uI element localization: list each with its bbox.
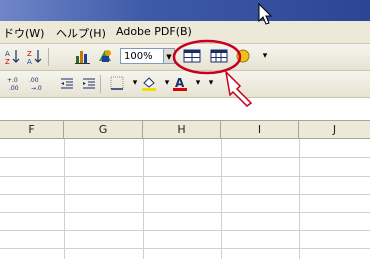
borders-icon[interactable] [108, 74, 126, 93]
zoom-dropdown-icon[interactable]: ▼ [164, 48, 175, 64]
increase-indent-icon[interactable] [80, 74, 98, 93]
svg-text:A: A [27, 58, 32, 65]
column-header-f[interactable]: F [0, 121, 64, 138]
menu-item-help[interactable]: ヘルプ(H) [56, 25, 106, 41]
toolbar-options-icon[interactable]: ▾ [256, 47, 274, 66]
toolbar-separator [100, 75, 101, 93]
title-bar [0, 0, 370, 21]
decrease-decimal-icon[interactable]: .00 →.0 [28, 74, 48, 93]
svg-text:.00: .00 [9, 85, 19, 92]
svg-text:+.0: +.0 [7, 77, 18, 84]
landscape-grid-icon[interactable] [209, 47, 229, 66]
svg-text:Z: Z [27, 50, 32, 58]
increase-decimal-icon[interactable]: +.0.00 [6, 74, 26, 93]
toolbar-separator [48, 48, 49, 66]
help-icon[interactable] [234, 47, 252, 66]
menu-item-window[interactable]: ドウ(W) [3, 25, 44, 41]
portrait-grid-icon[interactable] [182, 47, 202, 66]
fill-color-icon[interactable] [140, 74, 158, 93]
menu-item-adobe-pdf[interactable]: Adobe PDF(B) [116, 25, 192, 38]
menu-bar: ドウ(W) ヘルプ(H) Adobe PDF(B) [0, 21, 370, 44]
column-line [299, 139, 300, 259]
row-line [0, 176, 370, 177]
column-header-i[interactable]: I [221, 121, 299, 138]
zoom-input[interactable]: 100% [120, 48, 164, 64]
svg-text:A: A [5, 50, 10, 58]
column-line [64, 139, 65, 259]
formatting-toolbar: +.0.00 .00 →.0 ▾ ▾ A ▾ ▾ [0, 71, 370, 98]
sort-ascending-icon[interactable]: AZ [4, 47, 22, 66]
row-line [0, 157, 370, 158]
column-header-row: F G H I J [0, 120, 370, 139]
sort-descending-icon[interactable]: ZA [26, 47, 44, 66]
cell-grid[interactable] [0, 139, 370, 259]
formatting-options-icon[interactable]: ▾ [202, 74, 220, 93]
column-line [143, 139, 144, 259]
font-color-icon[interactable]: A [171, 74, 189, 93]
column-header-g[interactable]: G [64, 121, 143, 138]
column-line [221, 139, 222, 259]
svg-text:Z: Z [5, 58, 10, 65]
row-line [0, 212, 370, 213]
standard-toolbar: AZ ZA 100% ▼ ▾ [0, 44, 370, 71]
row-line [0, 230, 370, 231]
svg-text:A: A [175, 76, 185, 90]
decrease-indent-icon[interactable] [58, 74, 76, 93]
toolbar-spacer [0, 98, 370, 120]
column-header-j[interactable]: J [299, 121, 370, 138]
chart-wizard-icon[interactable] [74, 47, 92, 66]
row-line [0, 248, 370, 249]
row-line [0, 194, 370, 195]
svg-text:.00: .00 [29, 77, 39, 84]
drawing-icon[interactable] [96, 47, 114, 66]
svg-text:→.0: →.0 [31, 85, 42, 92]
column-header-h[interactable]: H [143, 121, 221, 138]
